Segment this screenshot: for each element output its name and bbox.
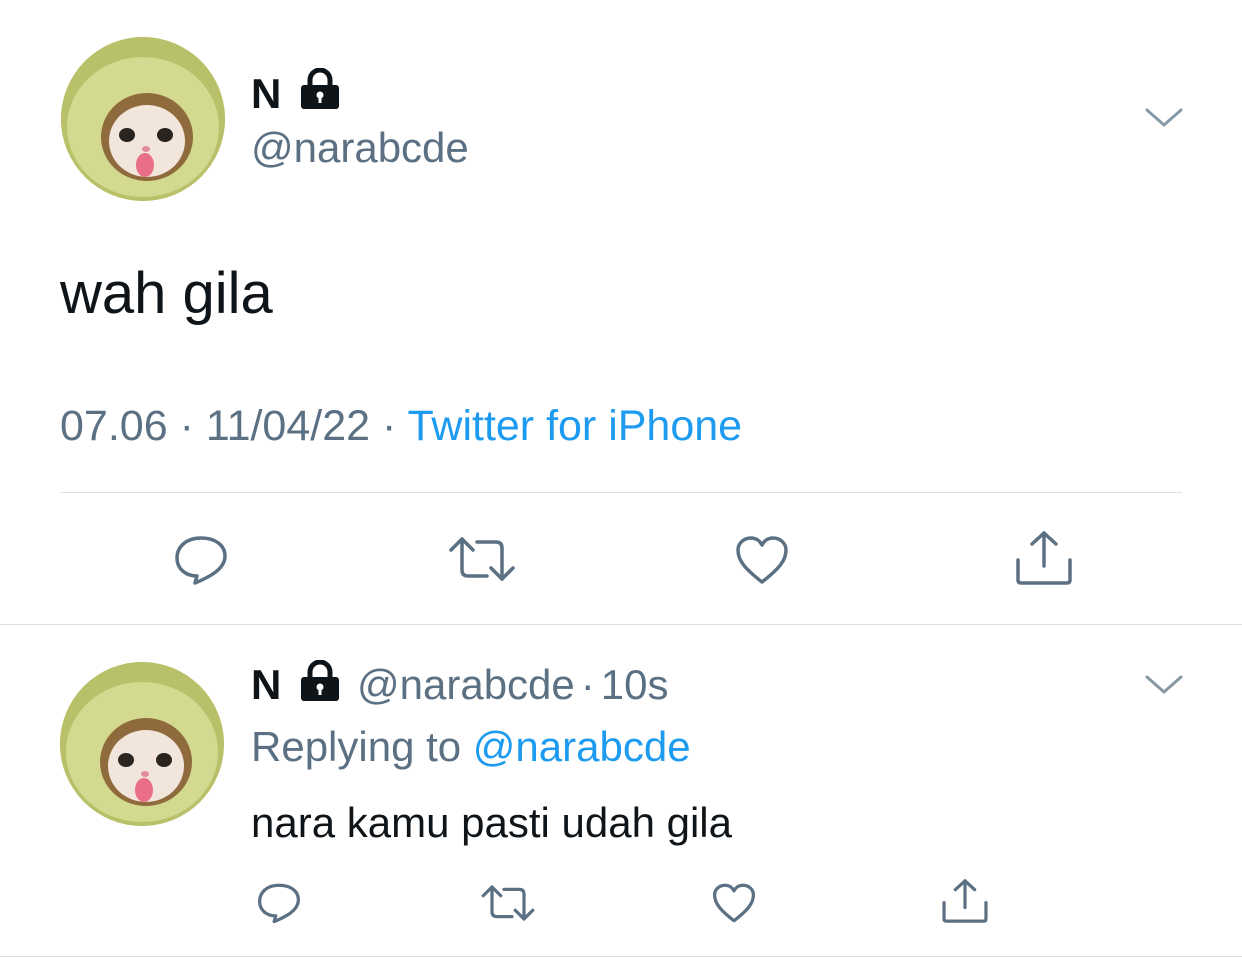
heart-icon[interactable] bbox=[734, 534, 790, 586]
main-tweet-text: wah gila bbox=[60, 261, 273, 326]
share-icon[interactable] bbox=[940, 878, 990, 924]
chevron-down-icon[interactable] bbox=[1144, 104, 1184, 130]
retweet-icon[interactable] bbox=[480, 883, 536, 923]
meta-separator: · bbox=[179, 402, 194, 450]
reply-header: N bbox=[251, 664, 281, 706]
reply-elapsed-time[interactable]: 10s bbox=[601, 661, 669, 708]
meta-separator: · bbox=[580, 661, 595, 708]
replying-to-handle-link[interactable]: @narabcde bbox=[473, 723, 691, 770]
retweet-icon[interactable] bbox=[447, 534, 517, 584]
reply-display-name[interactable]: N bbox=[251, 661, 281, 708]
main-display-name[interactable]: N bbox=[251, 73, 281, 115]
tweet-time: 07.06 bbox=[60, 402, 168, 450]
replying-to-label: Replying to bbox=[251, 723, 462, 770]
main-tweet-avatar[interactable] bbox=[61, 37, 225, 201]
reply-tweet-avatar[interactable] bbox=[60, 662, 224, 826]
reply-icon[interactable] bbox=[173, 534, 229, 586]
main-handle[interactable]: @narabcde bbox=[251, 127, 469, 169]
tweet-date: 11/04/22 bbox=[205, 402, 371, 450]
main-tweet-meta: 07.06 · 11/04/22 · Twitter for iPhone bbox=[60, 405, 742, 448]
lock-icon bbox=[298, 68, 342, 110]
replying-to: Replying to @narabcde bbox=[251, 726, 691, 768]
reply-tweet-text: nara kamu pasti udah gila bbox=[251, 799, 732, 846]
chevron-down-icon[interactable] bbox=[1144, 671, 1184, 697]
divider bbox=[0, 956, 1242, 957]
share-icon[interactable] bbox=[1013, 530, 1075, 586]
divider bbox=[0, 624, 1242, 625]
heart-icon[interactable] bbox=[711, 882, 757, 924]
reply-icon[interactable] bbox=[256, 882, 302, 924]
reply-handle[interactable]: @narabcde bbox=[357, 661, 575, 708]
reply-handle-time: @narabcde · 10s bbox=[357, 664, 669, 706]
lock-icon bbox=[298, 660, 342, 702]
meta-separator: · bbox=[382, 402, 397, 450]
divider bbox=[60, 492, 1182, 493]
tweet-source-link[interactable]: Twitter for iPhone bbox=[408, 402, 743, 450]
